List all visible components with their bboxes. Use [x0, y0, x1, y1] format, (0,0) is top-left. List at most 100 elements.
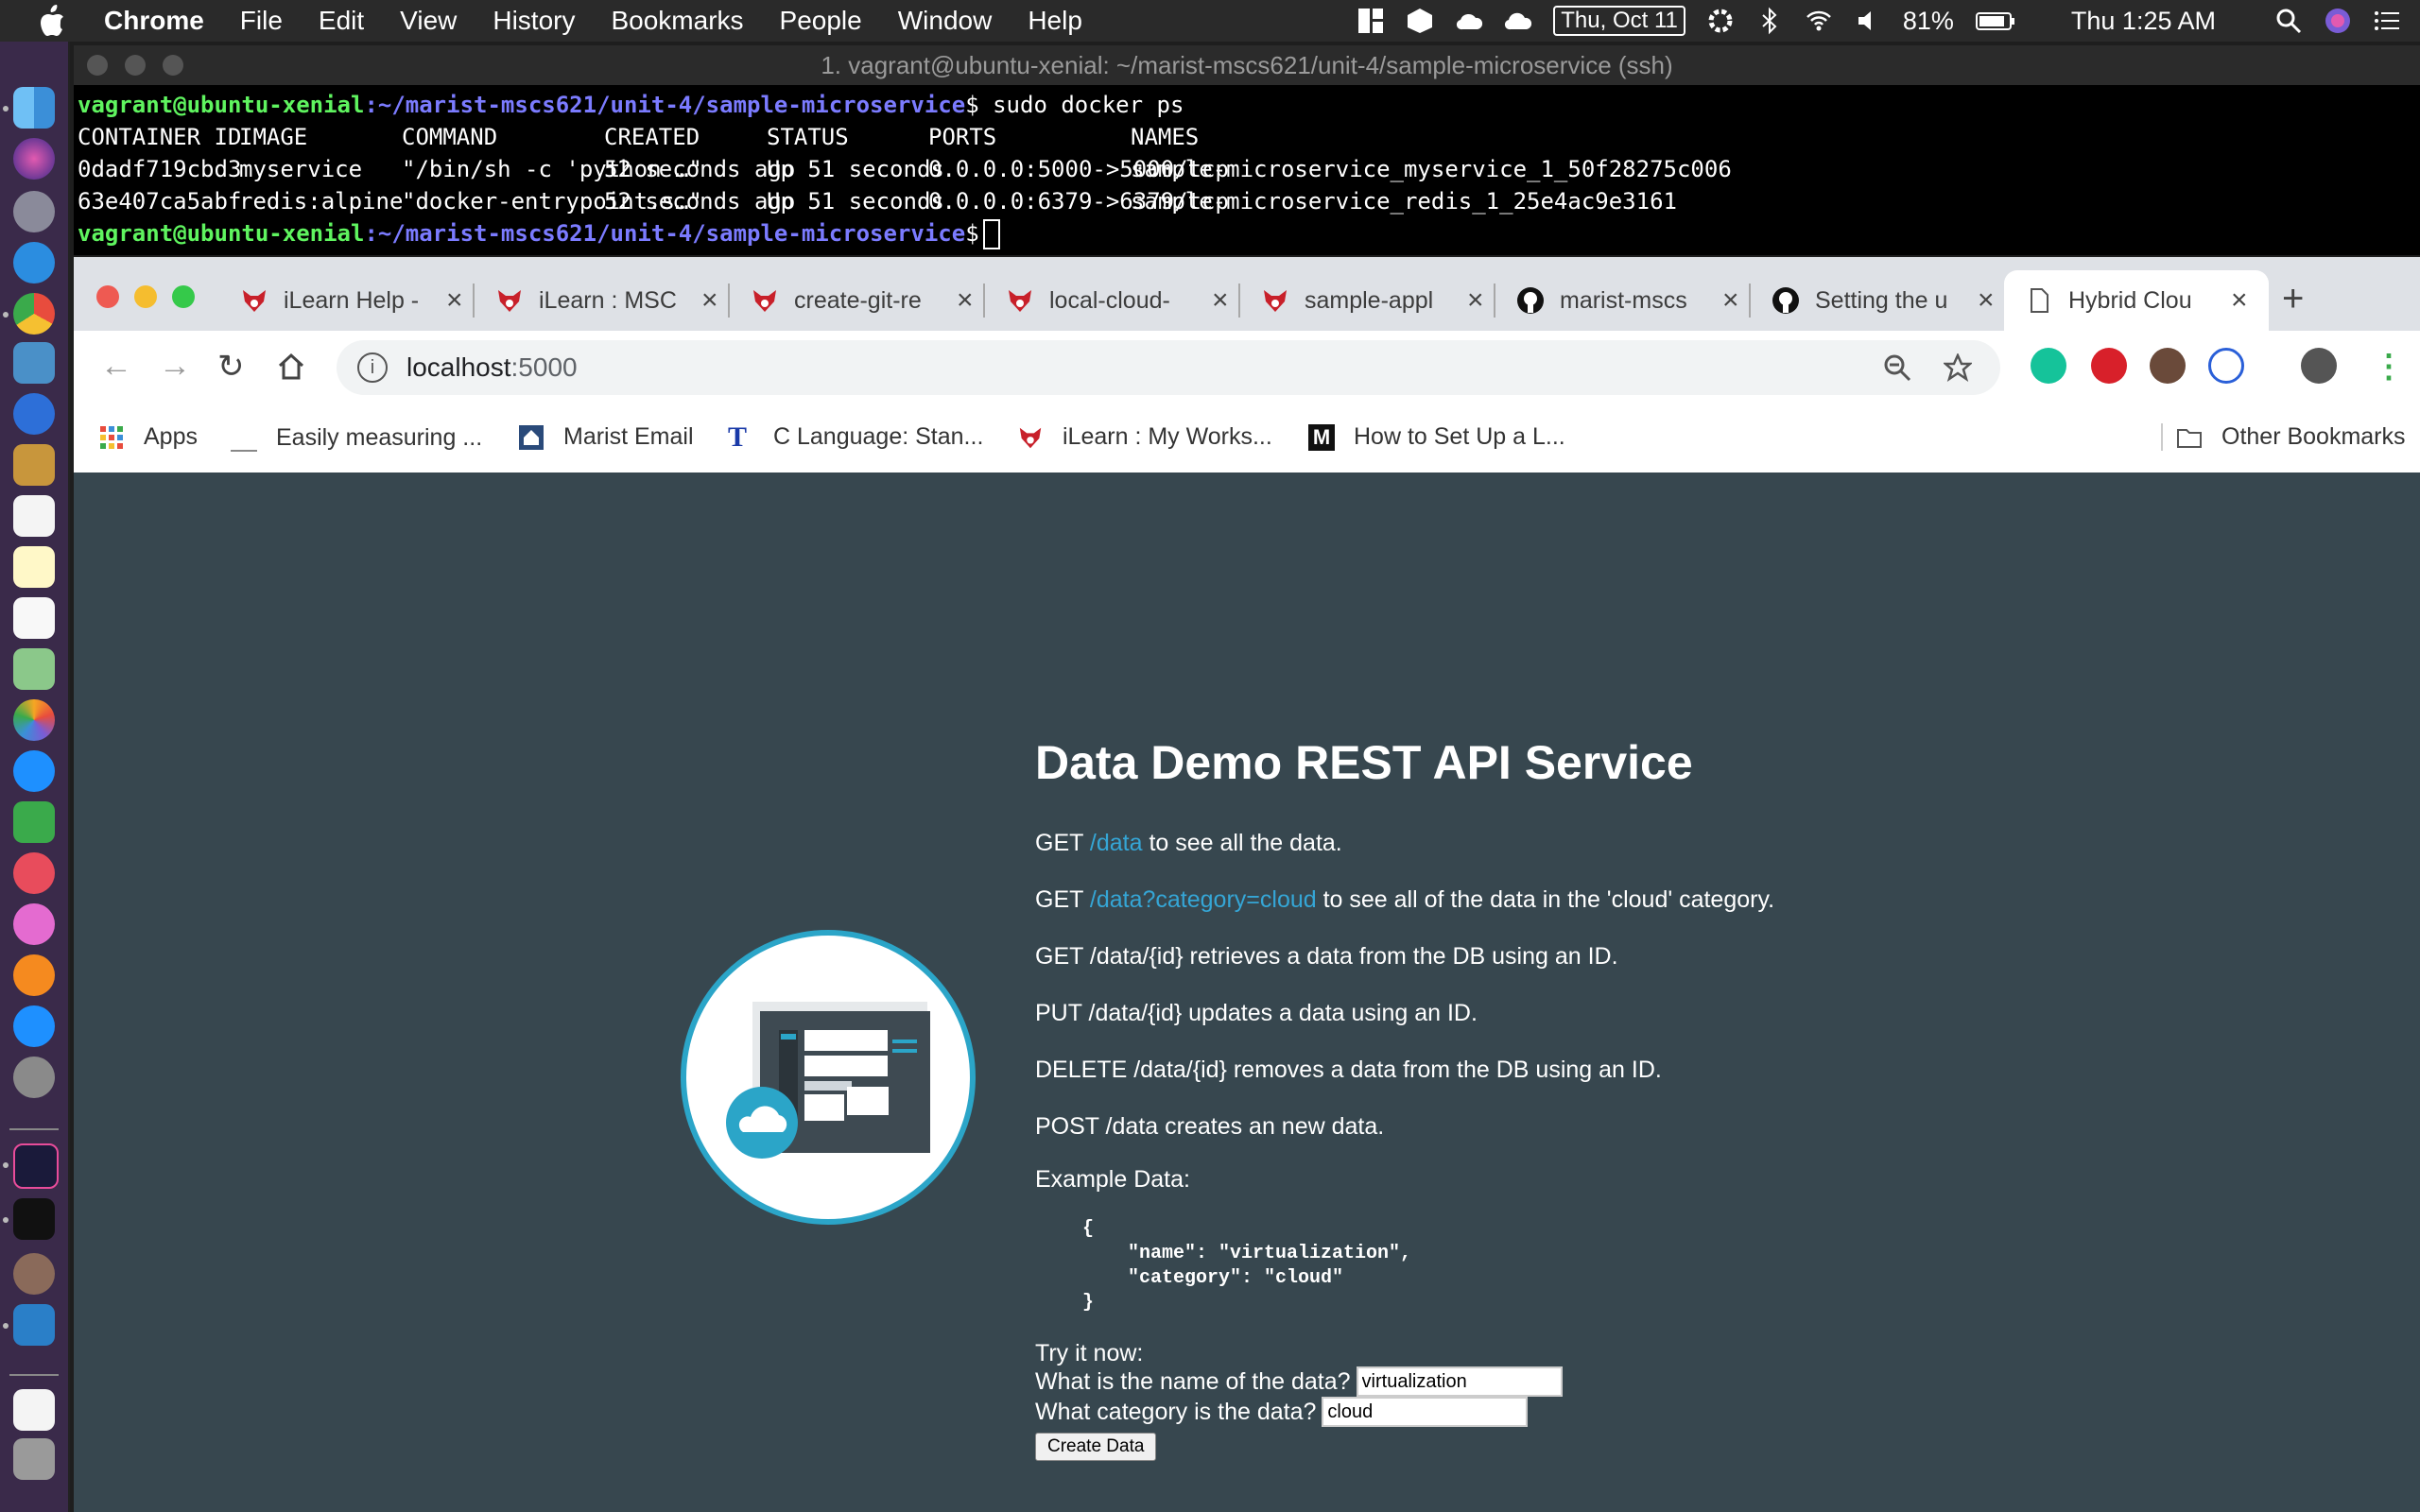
menu-file[interactable]: File	[240, 6, 283, 36]
photos-icon[interactable]	[13, 699, 55, 741]
preview-icon[interactable]	[13, 342, 55, 384]
wifi-icon[interactable]	[1805, 7, 1833, 35]
bear-icon[interactable]	[13, 1253, 55, 1295]
finder-icon[interactable]	[13, 87, 55, 129]
notification-list-icon[interactable]	[2373, 7, 2401, 35]
terminal-output[interactable]: vagrant@ubuntu-xenial:~/marist-mscs621/u…	[74, 85, 2420, 249]
volume-icon[interactable]	[1854, 7, 1882, 35]
close-icon[interactable]: ×	[1978, 284, 1995, 317]
bookmark-other[interactable]: Other Bookmarks	[2161, 423, 2406, 451]
launchpad-icon[interactable]	[13, 191, 55, 232]
category-input[interactable]	[1322, 1397, 1529, 1427]
bookmark-marist-email[interactable]: Marist Email	[518, 423, 694, 451]
vscode-icon[interactable]	[13, 1304, 55, 1346]
blocker-icon[interactable]	[2208, 348, 2244, 384]
home-icon[interactable]	[276, 352, 306, 382]
bookmark-ilearn-works[interactable]: iLearn : My Works...	[1017, 423, 1272, 451]
minimize-button[interactable]	[134, 285, 157, 308]
documents-icon[interactable]	[13, 1389, 55, 1431]
system-preferences-icon[interactable]	[13, 1057, 55, 1098]
stickies-icon[interactable]	[13, 546, 55, 588]
facetime-icon[interactable]	[13, 801, 55, 843]
tiles-icon[interactable]	[1357, 7, 1385, 35]
notes-icon[interactable]	[13, 444, 55, 486]
box-icon[interactable]	[1406, 7, 1434, 35]
cloud-upload-icon[interactable]	[1455, 7, 1483, 35]
new-tab-button[interactable]: +	[2282, 278, 2304, 320]
category-link[interactable]: /data?category=cloud	[1090, 886, 1317, 913]
tab-ilearn-help[interactable]: iLearn Help - ×	[240, 270, 463, 331]
close-icon[interactable]: ×	[957, 284, 974, 317]
cloud-icon[interactable]	[1504, 7, 1532, 35]
app-store-icon[interactable]	[13, 1005, 55, 1047]
ibooks-icon[interactable]	[13, 954, 55, 996]
info-icon[interactable]: i	[357, 352, 388, 383]
safari-icon[interactable]	[13, 242, 55, 284]
iterm-icon[interactable]	[13, 1198, 55, 1240]
bookmark-how-to-set-up[interactable]: M How to Set Up a L...	[1308, 423, 1565, 451]
reload-button[interactable]: ↻	[217, 348, 245, 386]
siri-icon[interactable]	[2324, 7, 2352, 35]
battery-icon[interactable]	[1975, 7, 2016, 35]
apple-icon[interactable]	[38, 5, 66, 37]
siri-icon[interactable]	[13, 138, 55, 180]
profile-avatar[interactable]	[2301, 348, 2337, 384]
close-button[interactable]	[96, 285, 119, 308]
maps-app-icon[interactable]	[13, 648, 55, 690]
intellij-icon[interactable]	[13, 1143, 59, 1189]
clock[interactable]: Thu 1:25 AM	[2071, 7, 2216, 36]
terminal-titlebar[interactable]: 1. vagrant@ubuntu-xenial: ~/marist-mscs6…	[74, 45, 2420, 85]
zoom-icon[interactable]	[1883, 353, 1911, 382]
news-icon[interactable]	[13, 852, 55, 894]
menu-kebab-icon[interactable]: ⋮	[2373, 348, 2405, 386]
tab-local-cloud[interactable]: local-cloud- ×	[1006, 270, 1229, 331]
search-icon[interactable]	[2274, 7, 2303, 35]
zoom-button[interactable]	[163, 55, 183, 76]
menu-app-name[interactable]: Chrome	[104, 6, 204, 36]
tab-setting-the[interactable]: Setting the u ×	[1772, 270, 1995, 331]
bookmark-c-language[interactable]: T C Language: Stan...	[728, 422, 983, 451]
maps-icon[interactable]	[13, 393, 55, 435]
reminders-icon[interactable]	[13, 597, 55, 639]
tab-ilearn-msc[interactable]: iLearn : MSC ×	[495, 270, 718, 331]
chrome-icon[interactable]	[13, 293, 55, 335]
bear-extension-icon[interactable]	[2150, 348, 2186, 384]
create-data-button[interactable]: Create Data	[1035, 1433, 1157, 1461]
menu-view[interactable]: View	[400, 6, 457, 36]
minimize-button[interactable]	[125, 55, 146, 76]
close-icon[interactable]: ×	[1212, 284, 1229, 317]
trash-icon[interactable]	[13, 1438, 55, 1480]
bluetooth-icon[interactable]	[1755, 7, 1784, 35]
menu-window[interactable]: Window	[898, 6, 993, 36]
messages-icon[interactable]	[13, 750, 55, 792]
url-text[interactable]: localhost:5000	[406, 352, 578, 383]
close-button[interactable]	[87, 55, 108, 76]
close-icon[interactable]: ×	[701, 284, 718, 317]
address-bar[interactable]: i localhost:5000	[337, 340, 2000, 395]
tab-marist-mscs[interactable]: marist-mscs ×	[1516, 270, 1739, 331]
date-box[interactable]: Thu, Oct 11	[1553, 6, 1685, 36]
calendar-icon[interactable]	[13, 495, 55, 537]
adblock-plus-icon[interactable]	[2091, 348, 2127, 384]
tab-hybrid-cloud-active[interactable]: Hybrid Clou ×	[2004, 270, 2269, 331]
menu-history[interactable]: History	[493, 6, 575, 36]
close-icon[interactable]: ×	[2231, 284, 2248, 317]
bookmark-apps[interactable]: Apps	[98, 423, 198, 451]
menu-people[interactable]: People	[780, 6, 862, 36]
menu-edit[interactable]: Edit	[319, 6, 364, 36]
forward-button[interactable]: →	[159, 348, 191, 385]
bookmark-easily-measuring[interactable]: Easily measuring ...	[231, 423, 482, 452]
menu-bookmarks[interactable]: Bookmarks	[611, 6, 743, 36]
close-icon[interactable]: ×	[446, 284, 463, 317]
gear-icon[interactable]	[1706, 7, 1735, 35]
itunes-icon[interactable]	[13, 903, 55, 945]
zoom-button[interactable]	[172, 285, 195, 308]
close-icon[interactable]: ×	[1722, 284, 1739, 317]
star-icon[interactable]	[1944, 353, 1972, 382]
menu-help[interactable]: Help	[1028, 6, 1082, 36]
tab-create-git-repo[interactable]: create-git-re ×	[751, 270, 974, 331]
name-input[interactable]	[1356, 1366, 1563, 1397]
back-button[interactable]: ←	[100, 348, 132, 385]
grammarly-icon[interactable]	[2031, 348, 2066, 384]
data-link[interactable]: /data	[1090, 830, 1143, 856]
